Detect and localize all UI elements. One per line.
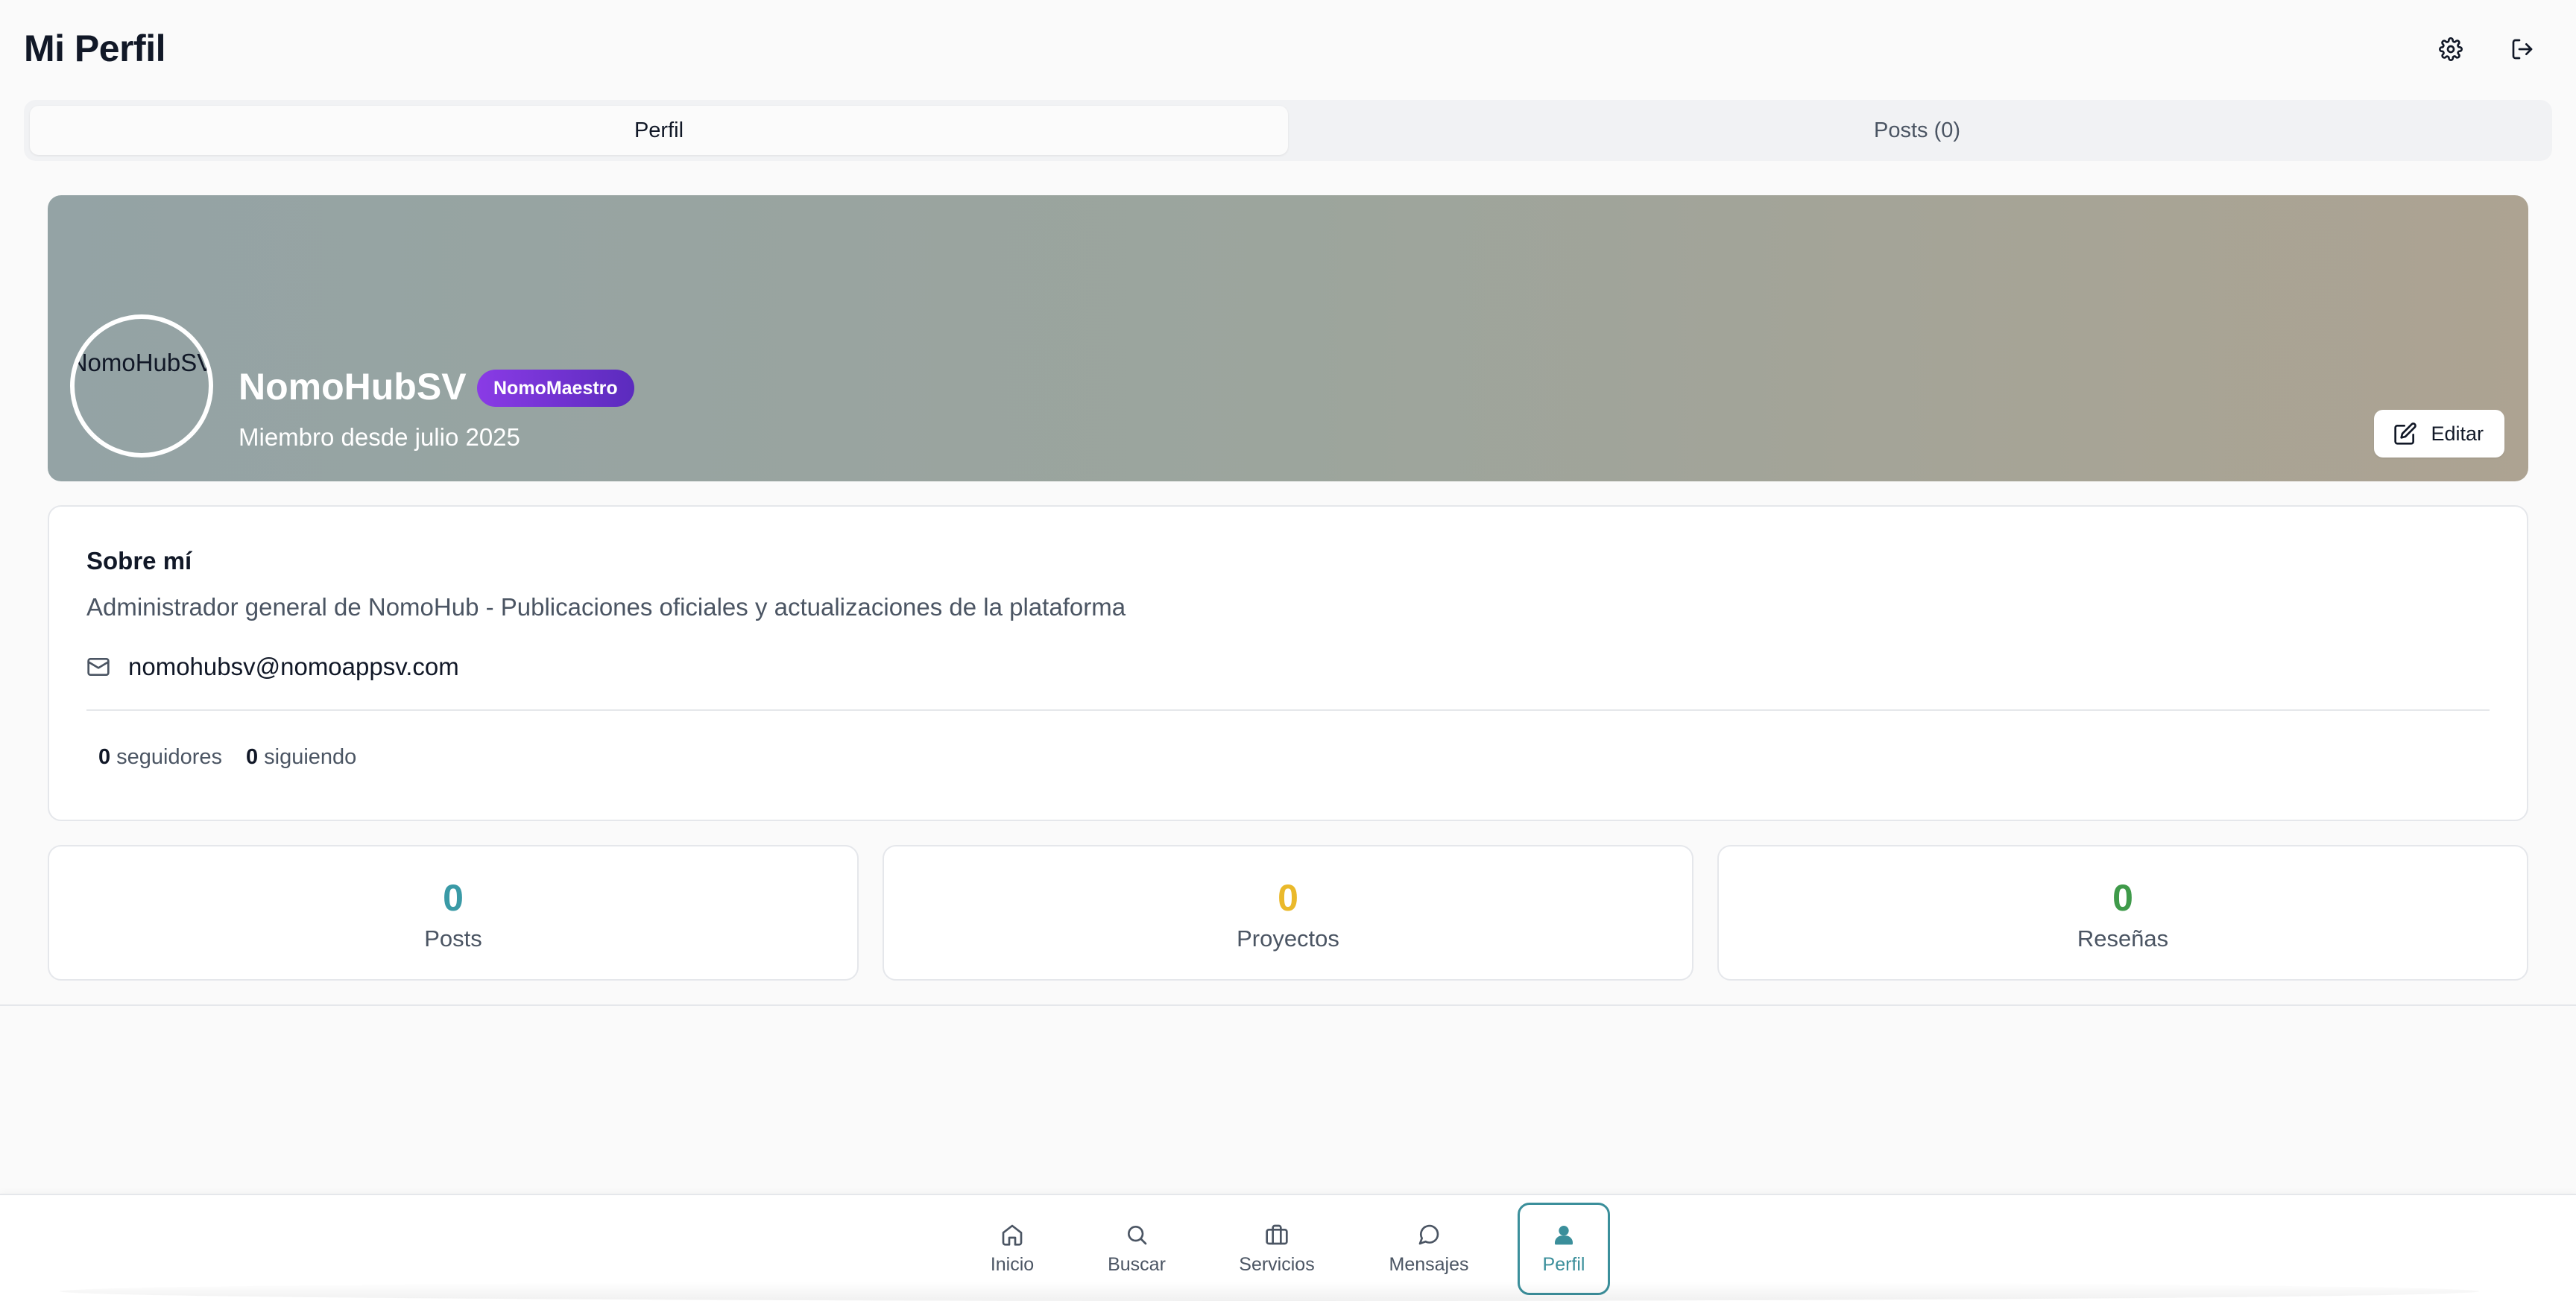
settings-button[interactable] [2434,33,2467,66]
edit-icon [2394,422,2417,445]
about-description: Administrador general de NomoHub - Publi… [86,593,1126,621]
content-separator [0,1004,2576,1006]
following-count: 0 [246,745,259,769]
followers-count: 0 [98,745,111,769]
followers[interactable]: 0 seguidores [98,745,222,770]
divider [86,709,2490,711]
about-card: Sobre mí Administrador general de NomoHu… [48,505,2528,821]
stat-label: Posts [424,925,482,952]
stat-value: 0 [1278,877,1298,919]
briefcase-icon [1266,1224,1288,1244]
stat-value: 0 [443,877,464,919]
following[interactable]: 0 siguiendo [246,745,356,770]
stat-value: 0 [2112,877,2133,919]
header: Mi Perfil [0,0,2576,97]
tab-posts[interactable]: Posts (0) [1288,106,2546,155]
nav-label: Inicio [990,1253,1035,1275]
profile-page: Mi Perfil Perfil Posts (0) NomoHubSV Nom… [0,0,2576,1301]
follow-stats: 0 seguidores 0 siguiendo [98,745,356,770]
avatar-alt-text: NomoHubSV [70,349,213,376]
bottom-navigation: Inicio Buscar Servicios Mensajes Perfil [0,1194,2576,1301]
nav-label: Buscar [1108,1253,1166,1275]
user-name: NomoHubSV [239,366,467,408]
message-icon [1418,1224,1439,1244]
role-badge: NomoMaestro [477,370,634,407]
email-text: nomohubsv@nomoappsv.com [128,653,459,680]
user-icon [1555,1225,1573,1244]
stat-card-proyectos: 0 Proyectos [883,845,1693,981]
page-title: Mi Perfil [24,28,165,69]
mail-icon [87,658,110,676]
profile-tabs: Perfil Posts (0) [24,100,2552,161]
member-since: Miembro desde julio 2025 [239,423,520,451]
following-label: siguiendo [264,745,357,769]
edit-profile-button[interactable]: Editar [2374,410,2504,458]
tab-perfil[interactable]: Perfil [30,106,1288,155]
followers-label: seguidores [116,745,223,769]
profile-banner: NomoHubSV NomoHubSV NomoMaestro Miembro … [48,195,2528,481]
nav-label: Mensajes [1389,1253,1469,1275]
nav-label: Servicios [1239,1253,1315,1275]
nav-label: Perfil [1542,1253,1585,1275]
stat-card-posts: 0 Posts [48,845,859,981]
about-title: Sobre mí [86,547,192,574]
home-icon [1002,1224,1023,1246]
search-icon [1128,1225,1147,1244]
nav-shadow [60,1282,2479,1301]
stat-card-resenas: 0 Reseñas [1717,845,2528,981]
stat-label: Reseñas [2077,925,2169,952]
logout-button[interactable] [2506,33,2539,66]
gear-icon [2439,37,2463,61]
stat-label: Proyectos [1237,925,1339,952]
logout-icon [2512,39,2533,60]
edit-label: Editar [2431,422,2484,445]
email-row: nomohubsv@nomoappsv.com [86,653,459,681]
avatar[interactable]: NomoHubSV [70,314,213,458]
